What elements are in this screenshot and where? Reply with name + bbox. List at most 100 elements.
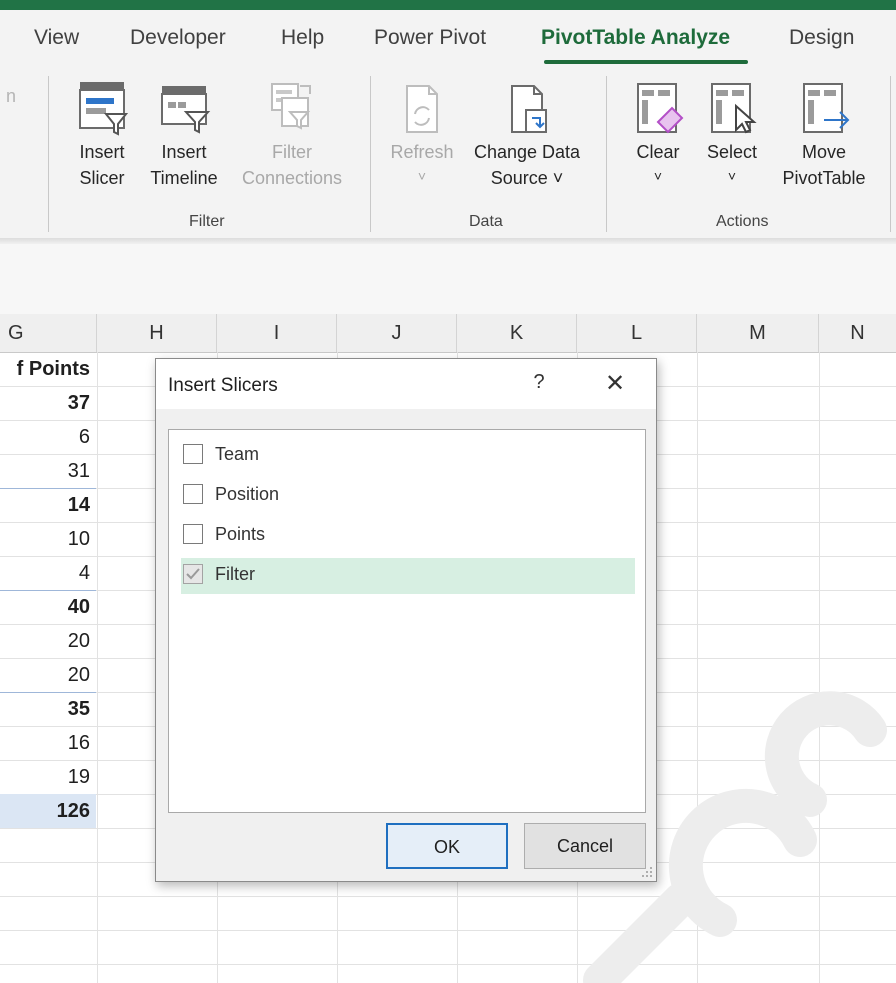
ok-button[interactable]: OK [386,823,508,869]
column-header-row: G H I J K L M N [0,314,896,353]
insert-timeline-label-1: Insert [161,142,207,162]
field-item-points[interactable]: Points [181,518,635,554]
pivot-value-cell[interactable]: 6 [0,420,96,454]
clear-button[interactable]: Clear ˅ [626,80,690,190]
move-pivottable-label-2: PivotTable [782,168,866,188]
pivot-value-cell[interactable]: 20 [0,624,96,658]
column-gridline [97,352,98,983]
change-data-source-label-2[interactable]: Source ˅ [464,164,590,192]
ribbon-tab-bar: View Developer Help Power Pivot PivotTab… [0,10,896,68]
tab-power-pivot[interactable]: Power Pivot [374,26,486,50]
group-separator [48,76,49,232]
checkmark-icon [186,568,200,580]
insert-timeline-label-2: Timeline [150,168,218,188]
active-tab-indicator [544,60,748,64]
group-divider [0,590,96,591]
truncated-command-label: n [6,86,17,106]
field-checkbox[interactable] [183,444,203,464]
column-header-h[interactable]: H [97,314,217,352]
clear-eraser-icon [637,83,684,134]
field-item-position[interactable]: Position [181,478,635,514]
pivot-value-cell[interactable]: 14 [0,488,96,522]
insert-slicer-button[interactable]: Insert Slicer [70,80,134,192]
tab-help[interactable]: Help [281,26,324,50]
group-divider [0,488,96,489]
group-separator [890,76,891,232]
column-gridline [819,352,820,983]
column-header-l[interactable]: L [577,314,697,352]
insert-slicers-dialog: Insert Slicers ? ✕ Team Position Points … [155,358,657,882]
timeline-icon [161,86,211,134]
column-header-j[interactable]: J [337,314,457,352]
pivot-value-cell[interactable]: 31 [0,454,96,488]
pivot-value-header[interactable]: f Points [0,352,96,386]
window-accent-strip [0,0,896,10]
move-pivottable-icon [803,83,850,133]
group-label-data: Data [469,213,503,230]
close-icon[interactable]: ✕ [600,369,630,398]
pivot-value-cell[interactable]: 19 [0,760,96,794]
pivot-value-cell[interactable]: 16 [0,726,96,760]
group-label-actions: Actions [716,213,769,230]
move-pivottable-button[interactable]: Move PivotTable [772,80,876,192]
refresh-icon [406,85,438,133]
pivot-value-cell[interactable]: 35 [0,692,96,726]
filter-connections-icon [271,83,311,130]
column-header-i[interactable]: I [217,314,337,352]
help-button[interactable]: ? [524,371,554,394]
ribbon: n Insert Slicer Insert Timeline Filter C… [0,68,896,238]
tab-developer[interactable]: Developer [130,26,226,50]
pivot-value-cell[interactable]: 4 [0,556,96,590]
tab-design[interactable]: Design [789,26,854,50]
field-checkbox[interactable] [183,524,203,544]
select-dropdown-chevron[interactable]: ˅ [700,162,764,190]
insert-timeline-button[interactable]: Insert Timeline [142,80,226,192]
refresh-button[interactable]: Refresh ˅ [384,80,460,190]
move-pivottable-label-1: Move [801,142,846,162]
insert-slicer-label-1: Insert [79,142,125,162]
column-gridline [697,352,698,983]
change-data-source-icon [511,85,547,133]
tab-pivottable-analyze[interactable]: PivotTable Analyze [541,26,730,50]
dialog-title: Insert Slicers [168,375,278,396]
resize-grip-icon[interactable] [641,866,653,878]
field-label: Filter [215,564,255,584]
pivot-value-cell[interactable]: 37 [0,386,96,420]
field-label: Team [215,444,260,464]
field-list: Team Position Points Filter [168,429,646,813]
field-item-team[interactable]: Team [181,438,635,474]
pivot-value-cell[interactable]: 20 [0,658,96,692]
select-button[interactable]: Select ˅ [700,80,764,190]
field-checkbox[interactable] [183,484,203,504]
change-data-source-label-1: Change Data [473,142,581,162]
group-label-filter: Filter [189,213,225,230]
group-divider [0,692,96,693]
column-header-n[interactable]: N [819,314,896,352]
refresh-dropdown-chevron[interactable]: ˅ [384,162,460,190]
row-gridline [0,930,896,931]
filter-connections-label-2: Connections [241,168,343,188]
field-label: Points [215,524,266,544]
change-data-source-button[interactable]: Change Data Source ˅ [464,80,590,192]
column-header-m[interactable]: M [697,314,819,352]
field-label: Position [215,484,280,504]
formula-bar-area [0,244,896,314]
row-gridline [0,896,896,897]
group-separator [370,76,371,232]
column-header-g[interactable]: G [0,314,97,352]
field-checkbox[interactable] [183,564,203,584]
select-cursor-icon [711,83,757,134]
tab-view[interactable]: View [34,26,79,50]
dialog-body: Team Position Points Filter OK Cancel [156,409,656,881]
filter-connections-label-1: Filter [272,142,312,162]
pivot-value-cell[interactable]: 40 [0,590,96,624]
slicer-icon [79,82,128,136]
grand-total-cell[interactable]: 126 [0,794,96,828]
clear-dropdown-chevron[interactable]: ˅ [626,162,690,190]
field-item-filter[interactable]: Filter [181,558,635,594]
filter-connections-button[interactable]: Filter Connections [232,80,352,192]
cancel-button[interactable]: Cancel [524,823,646,869]
pivot-value-cell[interactable]: 10 [0,522,96,556]
insert-slicer-label-2: Slicer [79,168,125,188]
column-header-k[interactable]: K [457,314,577,352]
